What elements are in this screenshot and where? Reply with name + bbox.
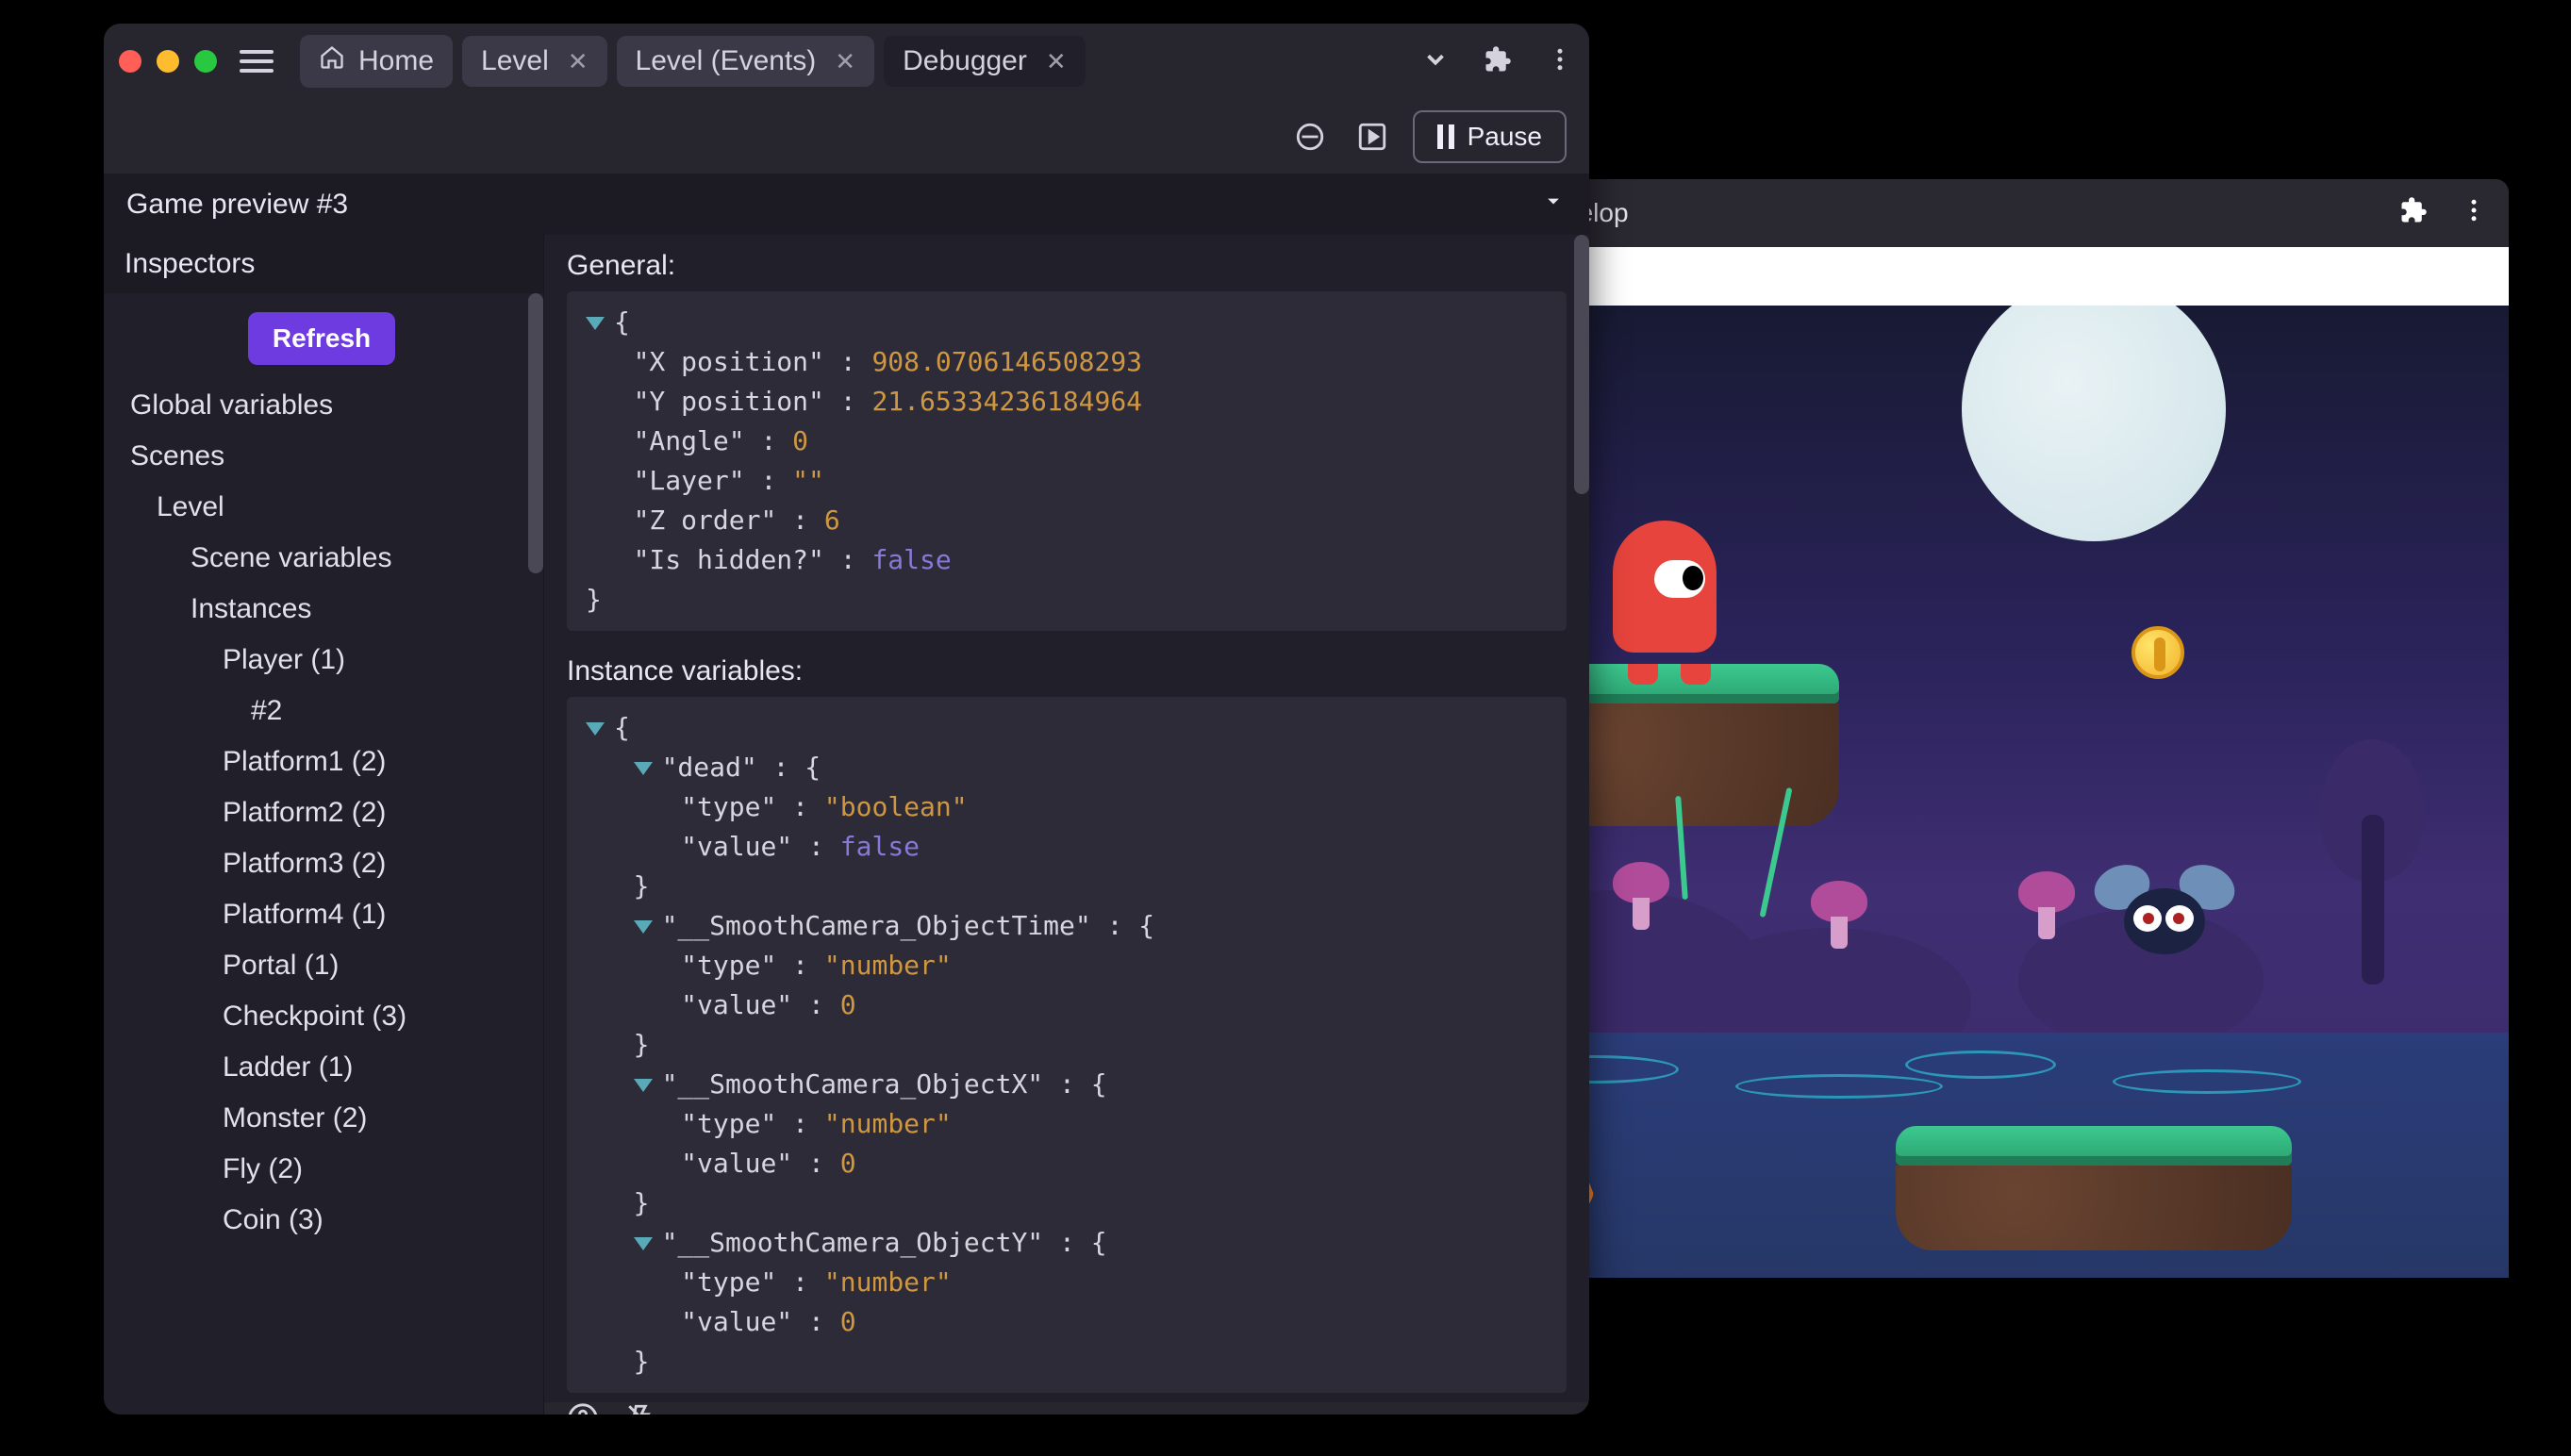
pause-label: Pause bbox=[1468, 122, 1542, 152]
extension-icon[interactable] bbox=[2399, 196, 2428, 231]
tree-platform4[interactable]: Platform4 (1) bbox=[104, 889, 539, 940]
tab-home-label: Home bbox=[358, 45, 434, 77]
tree-fly[interactable]: Fly (2) bbox=[104, 1144, 539, 1195]
close-tab-icon[interactable]: ✕ bbox=[568, 47, 589, 76]
scrollbar-thumb[interactable] bbox=[1574, 235, 1589, 494]
tree-platform3[interactable]: Platform3 (2) bbox=[104, 838, 539, 889]
tree-scene-variables[interactable]: Scene variables bbox=[104, 533, 539, 584]
inspectors-tree[interactable]: Refresh Global variables Scenes Level Sc… bbox=[104, 293, 543, 1415]
tree-ladder[interactable]: Ladder (1) bbox=[104, 1042, 539, 1093]
mushroom-graphic bbox=[2018, 871, 2075, 937]
debugger-toolbar: Pause bbox=[104, 99, 1589, 174]
tree-global-variables[interactable]: Global variables bbox=[104, 380, 539, 431]
tab-level-events[interactable]: Level (Events) ✕ bbox=[617, 36, 875, 87]
player-graphic bbox=[1613, 521, 1717, 671]
more-icon[interactable] bbox=[1546, 45, 1574, 78]
mushroom-graphic bbox=[1811, 881, 1867, 947]
island-graphic bbox=[1896, 1126, 2292, 1250]
tree-instances[interactable]: Instances bbox=[104, 584, 539, 635]
ripple-graphic bbox=[2113, 1069, 2301, 1094]
game-url-bar: ntml bbox=[1490, 247, 2509, 306]
more-icon[interactable] bbox=[2460, 196, 2488, 231]
help-icon[interactable] bbox=[567, 1402, 599, 1415]
window-controls bbox=[119, 50, 217, 73]
tree-scenes[interactable]: Scenes bbox=[104, 431, 539, 482]
menu-icon[interactable] bbox=[240, 50, 274, 73]
pause-button[interactable]: Pause bbox=[1413, 110, 1567, 163]
general-heading: General: bbox=[544, 235, 1589, 291]
tab-debugger[interactable]: Debugger ✕ bbox=[884, 36, 1086, 87]
tree-player-instance[interactable]: #2 bbox=[104, 686, 539, 736]
tab-level-label: Level bbox=[481, 45, 549, 77]
coin-graphic bbox=[2131, 626, 2184, 679]
tab-level[interactable]: Level ✕ bbox=[462, 36, 607, 87]
close-tab-icon[interactable]: ✕ bbox=[835, 47, 855, 76]
tab-home[interactable]: Home bbox=[300, 35, 453, 88]
general-json[interactable]: { "X position" : 908.0706146508293 "Y po… bbox=[567, 291, 1567, 631]
pause-icon bbox=[1437, 124, 1454, 149]
tree-portal[interactable]: Portal (1) bbox=[104, 940, 539, 991]
tree-checkpoint[interactable]: Checkpoint (3) bbox=[104, 991, 539, 1042]
minimize-icon[interactable] bbox=[157, 50, 179, 73]
ripple-graphic bbox=[1905, 1051, 2056, 1079]
inspector-footer bbox=[544, 1402, 1589, 1415]
home-icon bbox=[319, 44, 345, 78]
inspectors-sidebar: Inspectors Refresh Global variables Scen… bbox=[104, 235, 544, 1415]
play-preview-icon[interactable] bbox=[1351, 115, 1394, 158]
close-tab-icon[interactable]: ✕ bbox=[1046, 47, 1067, 76]
editor-window: Home Level ✕ Level (Events) ✕ Debugger ✕ bbox=[104, 24, 1589, 1415]
tree-monster[interactable]: Monster (2) bbox=[104, 1093, 539, 1144]
tree-platform1[interactable]: Platform1 (2) bbox=[104, 736, 539, 787]
editor-tabs: Home Level ✕ Level (Events) ✕ Debugger ✕ bbox=[300, 35, 1402, 88]
ripple-graphic bbox=[1735, 1074, 1943, 1099]
inspectors-header: Inspectors bbox=[104, 235, 543, 293]
preview-title: Game preview #3 bbox=[126, 189, 348, 221]
stop-icon[interactable] bbox=[1288, 115, 1332, 158]
fly-enemy-graphic bbox=[2103, 871, 2226, 966]
refresh-button[interactable]: Refresh bbox=[248, 312, 395, 365]
tab-debugger-label: Debugger bbox=[903, 45, 1027, 77]
close-icon[interactable] bbox=[119, 50, 141, 73]
chevron-down-icon bbox=[1540, 188, 1567, 222]
game-preview-dropdown[interactable]: Game preview #3 bbox=[104, 174, 1589, 235]
tab-level-events-label: Level (Events) bbox=[636, 45, 817, 77]
chevron-down-icon[interactable] bbox=[1421, 45, 1450, 78]
instance-variables-heading: Instance variables: bbox=[544, 640, 1589, 697]
moon-graphic bbox=[1962, 306, 2226, 541]
flash-off-icon[interactable] bbox=[625, 1402, 657, 1415]
game-preview-window: GDevelop ntml bbox=[1490, 179, 2509, 1278]
scrollbar-thumb[interactable] bbox=[528, 293, 543, 573]
tree-coin[interactable]: Coin (3) bbox=[104, 1195, 539, 1246]
instance-variables-json[interactable]: { "dead" : { "type" : "boolean" "value" … bbox=[567, 697, 1567, 1393]
inspector-panel: General: { "X position" : 908.0706146508… bbox=[544, 235, 1589, 1415]
editor-titlebar: Home Level ✕ Level (Events) ✕ Debugger ✕ bbox=[104, 24, 1589, 99]
tree-level[interactable]: Level bbox=[104, 482, 539, 533]
maximize-icon[interactable] bbox=[194, 50, 217, 73]
tree-graphic bbox=[2320, 739, 2424, 984]
game-window-titlebar: GDevelop bbox=[1490, 179, 2509, 247]
game-canvas[interactable] bbox=[1490, 306, 2509, 1278]
tree-platform2[interactable]: Platform2 (2) bbox=[104, 787, 539, 838]
extension-icon[interactable] bbox=[1484, 45, 1512, 78]
tree-player[interactable]: Player (1) bbox=[104, 635, 539, 686]
mushroom-graphic bbox=[1613, 862, 1669, 928]
